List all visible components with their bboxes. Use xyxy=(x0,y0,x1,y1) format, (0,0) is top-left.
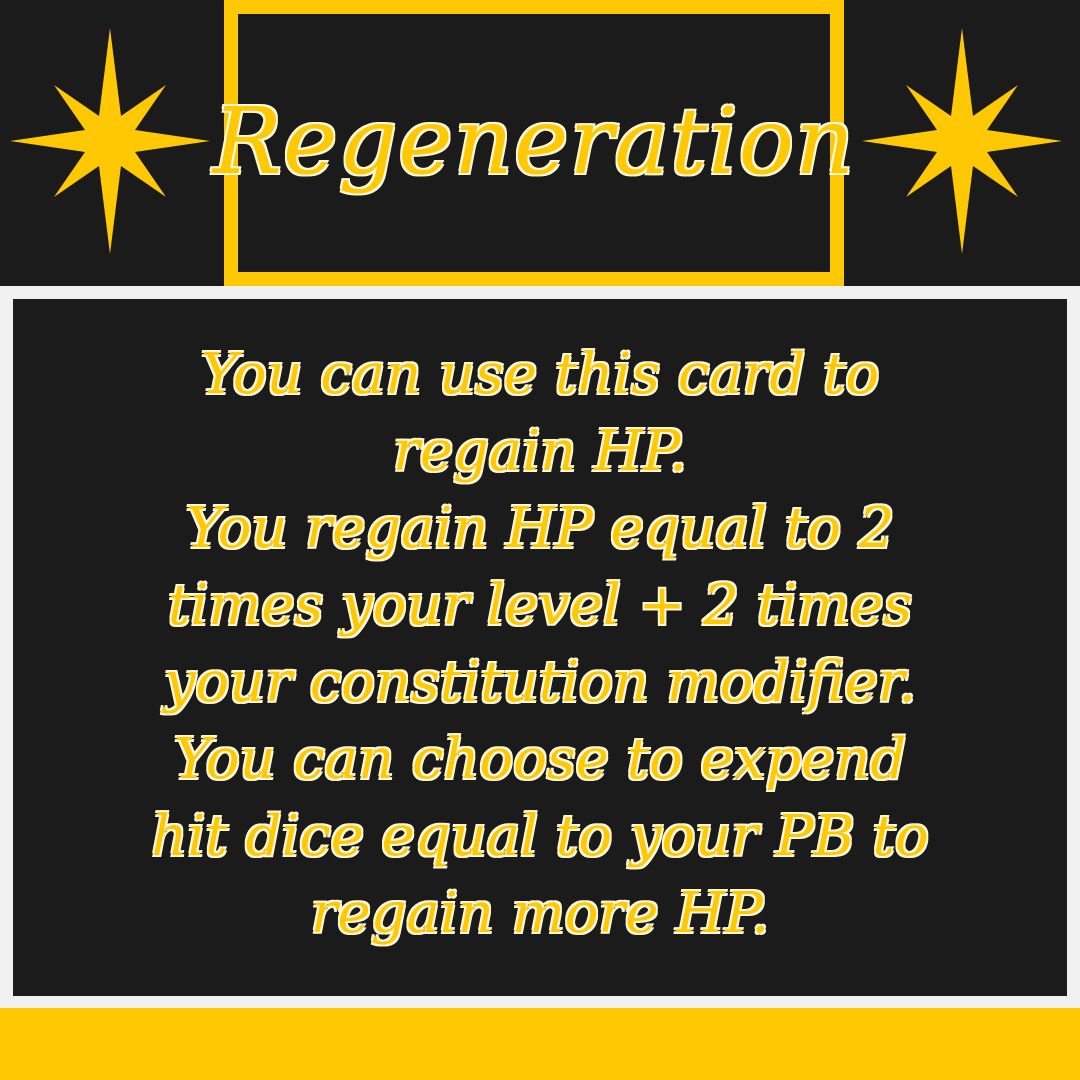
title-frame: Regeneration xyxy=(213,0,854,286)
description-line: regain more HP. xyxy=(310,880,770,946)
title-panel: Regeneration xyxy=(213,14,854,272)
description-line: hit dice equal to your PB to xyxy=(151,803,929,869)
description-line: You can use this card to xyxy=(200,341,880,407)
card-title: Regeneration xyxy=(212,87,856,195)
description-line: your constitution modifier. xyxy=(163,649,917,715)
description-line: regain HP. xyxy=(393,418,687,484)
card-description-panel: You can use this card to regain HP. You … xyxy=(13,299,1067,996)
star-icon xyxy=(10,28,210,254)
description-line: times your level + 2 times xyxy=(167,572,913,638)
description-line: You regain HP equal to 2 xyxy=(185,495,895,561)
card-description: You can use this card to regain HP. You … xyxy=(60,336,1020,952)
footer-bar xyxy=(0,1008,1080,1080)
card: Regeneration You can use this card to re… xyxy=(0,0,1080,1080)
card-header: Regeneration xyxy=(0,0,1080,286)
description-line: You can choose to expend xyxy=(173,726,907,792)
star-icon xyxy=(862,28,1062,254)
